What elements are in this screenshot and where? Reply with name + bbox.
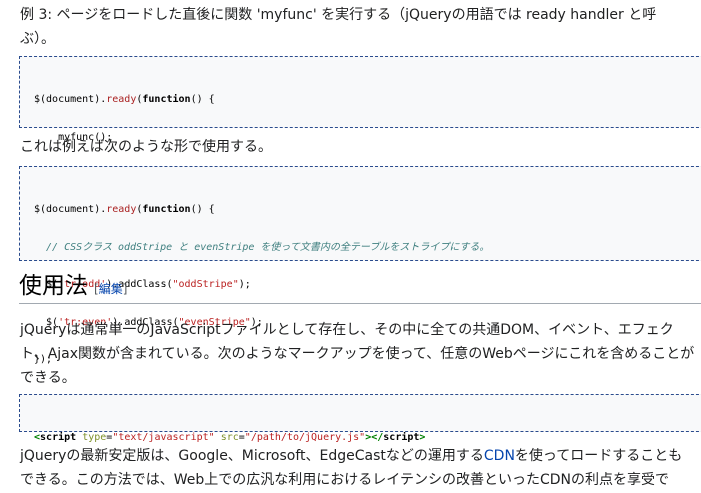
code-token: script: [40, 432, 77, 443]
code-comment-line: // CSSクラス oddStripe と evenStripe を使って文書内…: [34, 241, 490, 253]
code-token: () {: [190, 94, 215, 105]
usage-line-2: ト、Ajax関数が含まれている。次のようなマークアップを使って、任意のWebペー…: [20, 346, 695, 362]
usage-line-3: できる。: [20, 370, 76, 386]
usage-intro-paragraph: これは例えば次のような形で使用する。: [20, 135, 701, 159]
code-token: src: [220, 432, 239, 443]
code-token: type: [82, 432, 107, 443]
cdn-link[interactable]: CDN: [484, 448, 515, 464]
code-block-ready-handler: $(document).ready(function() { myfunc();…: [19, 56, 701, 180]
code-token: $(document).: [34, 94, 107, 105]
section-edit: [編集]: [94, 281, 127, 297]
code-token: function: [142, 94, 191, 105]
section-heading-usage: 使用法 [編集]: [19, 270, 701, 304]
code-token: ready: [106, 94, 137, 105]
edit-bracket: ]: [122, 282, 128, 296]
usage-intro-line: これは例えば次のような形で使用する。: [20, 139, 272, 155]
code-line: <script type="text/javascript" src="/pat…: [34, 432, 701, 445]
article-page: 例 3: ページをロードした直後に関数 'myfunc' を実行する（jQuer…: [0, 0, 701, 493]
cdn-text: を使ってロードすることも: [514, 448, 683, 464]
example-3-line-1: 例 3: ページをロードした直後に関数 'myfunc' を実行する（jQuer…: [20, 7, 657, 23]
example-3-line-2: ぶ）。: [20, 31, 55, 47]
code-token: () {: [190, 204, 215, 215]
usage-line-1: jQueryは通常単一のJavaScriptファイルとして存在し、その中に全ての…: [20, 322, 674, 338]
code-token: $(document).: [34, 204, 107, 215]
code-token: "text/javascript": [112, 432, 215, 443]
usage-paragraph: jQueryは通常単一のJavaScriptファイルとして存在し、その中に全ての…: [20, 318, 701, 390]
code-block-stripe-tables: $(document).ready(function() { // CSSクラス…: [19, 166, 701, 365]
section-title: 使用法: [19, 273, 88, 299]
code-token: >: [419, 432, 426, 443]
edit-section-link[interactable]: 編集: [99, 282, 123, 296]
code-line: $(document).ready(function() {: [34, 204, 701, 217]
code-token: "/path/to/jQuery.js": [244, 432, 366, 443]
cdn-line-1: jQueryの最新安定版は、Google、Microsoft、EdgeCastな…: [20, 444, 701, 468]
cdn-line-2: できる。この方法では、Web上での広汎な利用におけるレイテンシの改善といったCD…: [20, 472, 669, 488]
code-token: ></: [365, 432, 384, 443]
code-token: script: [383, 432, 420, 443]
code-token: ready: [106, 204, 137, 215]
cdn-text: jQueryの最新安定版は、Google、Microsoft、EdgeCastな…: [20, 448, 484, 464]
code-token: function: [142, 204, 191, 215]
code-line: $(document).ready(function() {: [34, 94, 701, 107]
example-3-paragraph: 例 3: ページをロードした直後に関数 'myfunc' を実行する（jQuer…: [20, 3, 701, 51]
code-block-script-tag: <script type="text/javascript" src="/pat…: [19, 394, 701, 443]
cdn-paragraph: jQueryの最新安定版は、Google、Microsoft、EdgeCastな…: [20, 444, 701, 492]
